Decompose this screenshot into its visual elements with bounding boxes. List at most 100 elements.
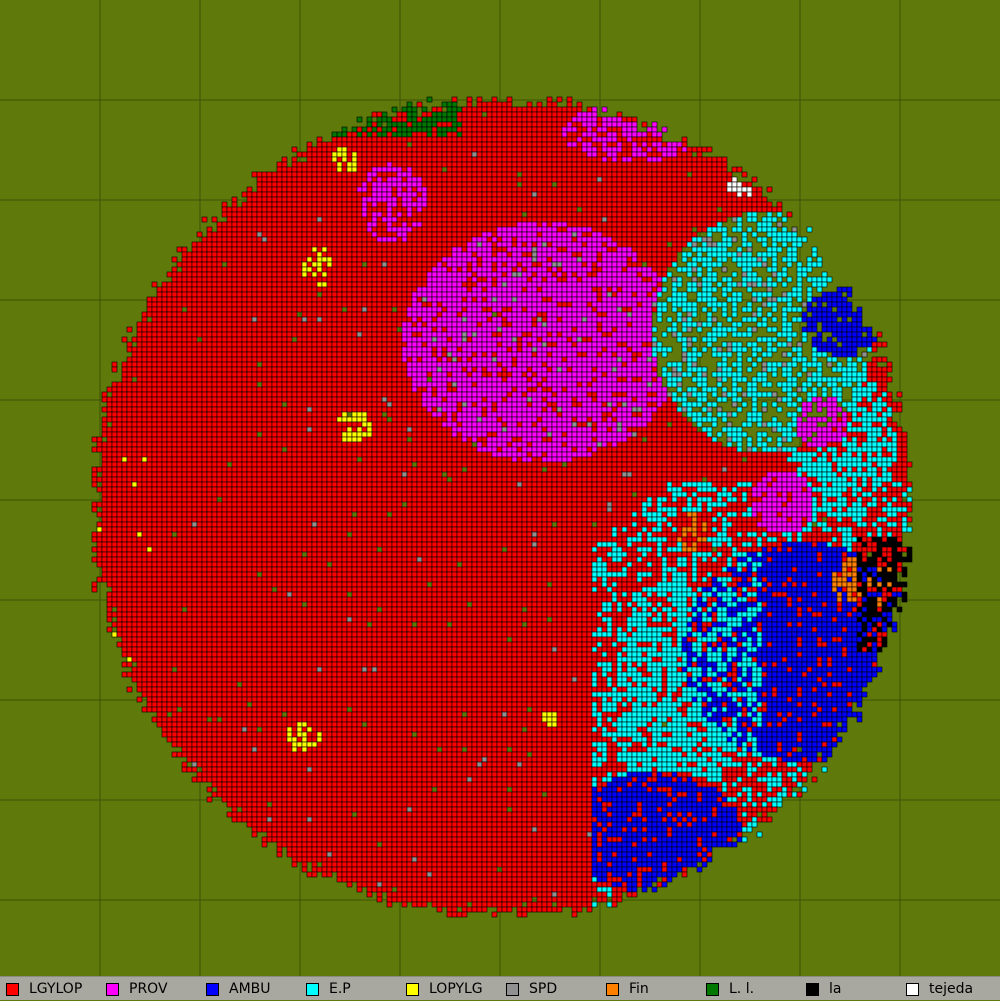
territory-cell (432, 307, 437, 312)
territory-cell (297, 212, 302, 217)
territory-cell (717, 217, 722, 222)
territory-cell (272, 267, 277, 272)
territory-cell (332, 187, 337, 192)
territory-cell (392, 152, 397, 157)
territory-cell (512, 182, 517, 187)
territory-cell (727, 297, 732, 302)
territory-cell (592, 132, 597, 137)
territory-cell (727, 187, 732, 192)
territory-cell (527, 212, 532, 217)
territory-cell (322, 162, 327, 167)
territory-cell (472, 287, 477, 292)
territory-cell (562, 132, 567, 137)
territory-cell (717, 172, 722, 177)
territory-cell (712, 287, 717, 292)
territory-cell (512, 202, 517, 207)
territory-cell (457, 177, 462, 182)
territory-cell (452, 167, 457, 172)
territory-cell (357, 212, 362, 217)
territory-cell (617, 257, 622, 262)
territory-cell (587, 272, 592, 277)
territory-cell (632, 192, 637, 197)
territory-cell (557, 187, 562, 192)
territory-cell (572, 272, 577, 277)
territory-cell (587, 192, 592, 197)
territory-cell (407, 202, 412, 207)
territory-cell (662, 157, 667, 162)
territory-cell (352, 137, 357, 142)
territory-cell (332, 312, 337, 317)
territory-cell (332, 242, 337, 247)
territory-cell (262, 292, 267, 297)
territory-cell (567, 117, 572, 122)
territory-cell (537, 342, 542, 347)
territory-cell (472, 217, 477, 222)
territory-cell (412, 327, 417, 332)
territory-cell (492, 227, 497, 232)
territory-cell (737, 227, 742, 232)
territory-cell (262, 202, 267, 207)
territory-cell (182, 342, 187, 347)
territory-cell (697, 187, 702, 192)
territory-cell (337, 342, 342, 347)
territory-cell (472, 152, 477, 157)
territory-cell (537, 287, 542, 292)
territory-cell (522, 307, 527, 312)
territory-cell (607, 342, 612, 347)
territory-cell (477, 302, 482, 307)
territory-cell (587, 242, 592, 247)
territory-cell (462, 137, 467, 142)
territory-cell (782, 292, 787, 297)
territory-cell (782, 267, 787, 272)
territory-cell (587, 177, 592, 182)
territory-cell (407, 137, 412, 142)
territory-cell (372, 207, 377, 212)
territory-cell (357, 287, 362, 292)
territory-cell (397, 232, 402, 237)
territory-cell (497, 217, 502, 222)
territory-cell (652, 282, 657, 287)
territory-cell (647, 157, 652, 162)
territory-cell (667, 247, 672, 252)
territory-cell (257, 292, 262, 297)
territory-cell (397, 162, 402, 167)
territory-cell (352, 132, 357, 137)
territory-cell (392, 192, 397, 197)
territory-cell (367, 262, 372, 267)
territory-cell (642, 327, 647, 332)
territory-cell (157, 312, 162, 317)
territory-cell (362, 302, 367, 307)
territory-cell (477, 182, 482, 187)
territory-cell (277, 322, 282, 327)
territory-cell (572, 317, 577, 322)
territory-cell (557, 192, 562, 197)
territory-cell (317, 157, 322, 162)
territory-cell (582, 187, 587, 192)
territory-cell (527, 227, 532, 232)
territory-cell (772, 262, 777, 267)
territory-cell (527, 147, 532, 152)
territory-cell (327, 302, 332, 307)
territory-cell (682, 207, 687, 212)
territory-cell (417, 332, 422, 337)
territory-cell (347, 172, 352, 177)
territory-cell (562, 342, 567, 347)
territory-cell (487, 122, 492, 127)
territory-cell (672, 157, 677, 162)
territory-cell (527, 252, 532, 257)
territory-cell (292, 297, 297, 302)
territory-cell (512, 157, 517, 162)
territory-cell (172, 302, 177, 307)
territory-cell (492, 307, 497, 312)
territory-cell (287, 177, 292, 182)
territory-cell (282, 217, 287, 222)
territory-cell (487, 207, 492, 212)
territory-cell (347, 142, 352, 147)
territory-cell (712, 252, 717, 257)
territory-cell (547, 312, 552, 317)
territory-cell (457, 342, 462, 347)
territory-cell (567, 342, 572, 347)
territory-cell (677, 277, 682, 282)
territory-cell (632, 322, 637, 327)
territory-cell (232, 222, 237, 227)
